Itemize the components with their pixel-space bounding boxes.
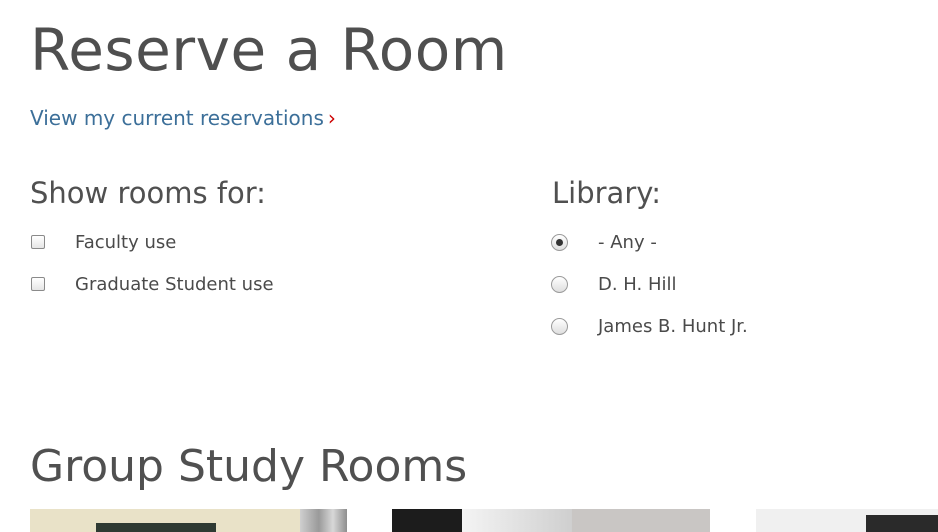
view-reservations-link[interactable]: View my current reservations › (30, 104, 336, 132)
faculty-use-option[interactable]: Faculty use (31, 231, 176, 253)
library-any-option[interactable]: - Any - (551, 231, 657, 253)
faculty-use-checkbox[interactable] (31, 235, 45, 249)
library-any-label: - Any - (598, 231, 657, 253)
page-title: Reserve a Room (30, 16, 508, 84)
view-reservations-label: View my current reservations (30, 106, 324, 130)
library-heading: Library: (552, 176, 662, 210)
library-hunt-radio[interactable] (551, 317, 568, 335)
room-photo[interactable] (756, 509, 938, 532)
graduate-student-use-option[interactable]: Graduate Student use (31, 273, 274, 295)
group-study-rooms-heading: Group Study Rooms (30, 441, 468, 492)
library-hunt-option[interactable]: James B. Hunt Jr. (551, 315, 748, 337)
faculty-use-label: Faculty use (75, 231, 177, 253)
library-dh-hill-label: D. H. Hill (598, 273, 677, 295)
library-hunt-label: James B. Hunt Jr. (598, 315, 748, 337)
room-photo[interactable] (392, 509, 710, 532)
library-dh-hill-radio[interactable] (551, 275, 568, 293)
show-rooms-heading: Show rooms for: (30, 176, 266, 210)
graduate-student-use-checkbox[interactable] (31, 277, 45, 291)
room-photo[interactable] (30, 509, 347, 532)
chevron-right-icon: › (327, 106, 336, 130)
library-dh-hill-option[interactable]: D. H. Hill (551, 273, 677, 295)
graduate-student-use-label: Graduate Student use (75, 273, 274, 295)
library-any-radio[interactable] (551, 233, 568, 251)
